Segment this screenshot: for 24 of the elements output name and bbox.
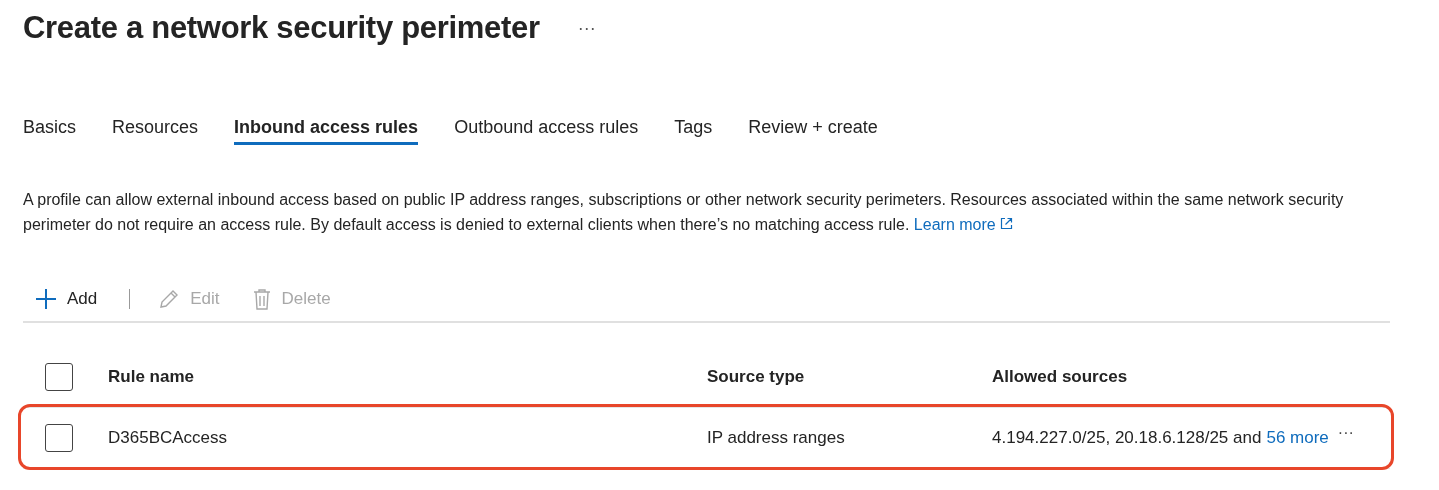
tab[interactable]: Resources	[112, 105, 199, 145]
description-text: A profile can allow external inbound access based on public IP address ranges, subscriptions or other network security perimeters. Resources associated within the same network security perimeter do not require an access rule. By default access is denied to external clients when there’s no matching access rule. Learn more	[23, 190, 1345, 235]
external-link-icon	[1000, 217, 1014, 230]
table-cell: 4.194.227.0/25, 20.18.6.128/25 and	[992, 428, 1262, 448]
tab[interactable]: Inbound access rules	[234, 105, 419, 145]
learn-more-link[interactable]: Learn more	[913, 216, 1014, 233]
add-button[interactable]: Add	[23, 281, 110, 317]
row-menu-button[interactable]: ···	[1337, 424, 1354, 442]
tab[interactable]: Tags	[674, 105, 713, 145]
page-title: Create a network security perimeter	[23, 10, 540, 46]
table-cell-text: D365BCAccess	[108, 428, 229, 448]
more-sources-link[interactable]: 56 more	[1266, 428, 1329, 448]
column-header: Allowed sources	[992, 367, 1129, 387]
row-checkbox[interactable]	[45, 424, 73, 452]
column-header: Source type	[707, 367, 806, 387]
more-button[interactable]: ···	[573, 17, 600, 39]
select-all-checkbox[interactable]	[45, 363, 73, 391]
table-cell-text: IP address ranges	[707, 428, 846, 448]
tab[interactable]: Review + create	[748, 105, 878, 145]
tab[interactable]: Outbound access rules	[454, 105, 639, 145]
column-header: Rule name	[108, 367, 195, 387]
add-icon	[35, 288, 57, 310]
tab[interactable]: Basics	[23, 105, 76, 145]
trash-icon	[251, 288, 272, 310]
